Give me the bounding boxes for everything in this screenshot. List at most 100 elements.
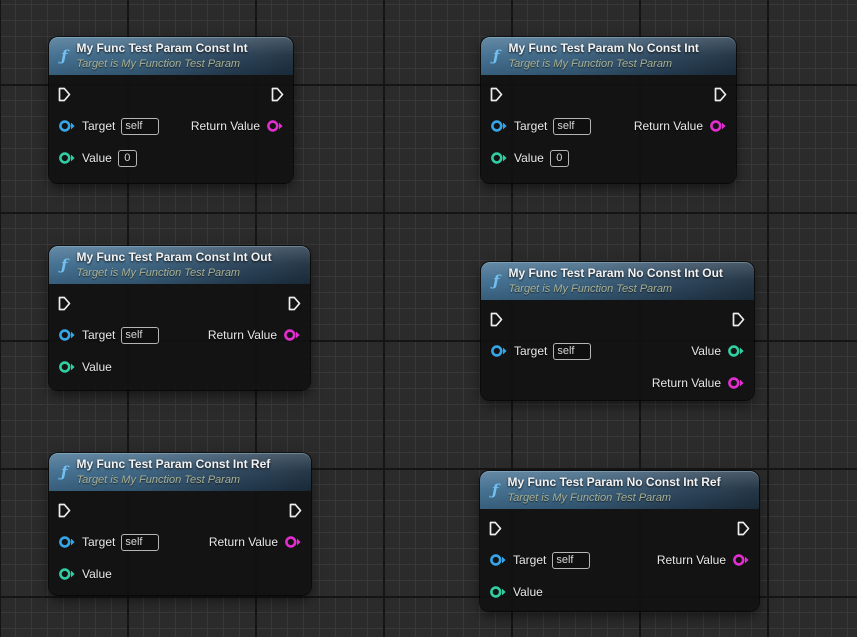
node-body: Target Value Return Value (481, 75, 736, 180)
pin-row (209, 494, 311, 526)
pin-label: Target (514, 119, 547, 133)
value-value-input[interactable] (118, 150, 137, 167)
function-icon: ƒ (493, 272, 499, 290)
return-value-pin[interactable] (727, 376, 745, 390)
node-title: My Func Test Param Const Int (76, 41, 247, 57)
pin-row (191, 78, 293, 110)
value-pin[interactable] (727, 344, 745, 358)
node-header-text: My Func Test Param No Const IntTarget is… (508, 41, 698, 71)
pin-row (481, 78, 591, 110)
target-value-input[interactable] (121, 534, 159, 551)
exec-in-pin[interactable] (490, 312, 503, 327)
pin-label: Value (514, 151, 544, 165)
target-pin[interactable] (58, 119, 76, 133)
pin-label: Value (691, 344, 721, 358)
exec-out-pin[interactable] (714, 87, 727, 102)
pin-label: Return Value (657, 553, 726, 567)
function-node[interactable]: ƒMy Func Test Param Const IntTarget is M… (49, 37, 293, 183)
target-value-input[interactable] (553, 343, 591, 360)
exec-out-pin[interactable] (732, 312, 745, 327)
function-node[interactable]: ƒMy Func Test Param Const Int OutTarget … (49, 246, 310, 390)
return-value-pin[interactable] (283, 328, 301, 342)
pin-label: Target (82, 328, 115, 342)
output-pins-column: Return Value (209, 494, 311, 590)
pin-row (49, 78, 159, 110)
target-pin[interactable] (490, 344, 508, 358)
pin-label: Value (82, 360, 112, 374)
value-pin[interactable] (489, 585, 507, 599)
exec-out-pin[interactable] (737, 521, 750, 536)
pin-row: Return Value (634, 110, 736, 142)
exec-in-pin[interactable] (490, 87, 503, 102)
pin-label: Value (513, 585, 543, 599)
exec-in-pin[interactable] (489, 521, 502, 536)
input-pins-column: Target Value (49, 494, 159, 590)
function-node[interactable]: ƒ My Func Test Param No Const IntTarget i… (481, 37, 736, 183)
pin-row: Target (49, 526, 159, 558)
pin-row: Value (481, 142, 591, 174)
exec-in-pin[interactable] (58, 296, 71, 311)
function-icon: ƒ (493, 47, 499, 65)
value-pin[interactable] (58, 567, 76, 581)
function-node[interactable]: ƒ My Func Test Param Const Int RefTarget … (49, 453, 311, 595)
target-value-input[interactable] (121, 118, 159, 135)
function-node[interactable]: ƒ My Func Test Param No Const Int RefTarg… (480, 471, 759, 611)
pin-label: Target (513, 553, 546, 567)
pin-row (49, 494, 159, 526)
value-pin[interactable] (490, 151, 508, 165)
target-pin[interactable] (490, 119, 508, 133)
node-title: My Func Test Param Const Int Ref (76, 457, 270, 473)
return-value-pin[interactable] (266, 119, 284, 133)
pin-row: Target (49, 319, 159, 351)
node-header[interactable]: ƒMy Func Test Param Const IntTarget is M… (49, 37, 293, 75)
function-icon: ƒ (492, 481, 498, 499)
pin-row: Value (49, 558, 159, 590)
pin-label: Target (82, 535, 115, 549)
node-body: Target Value Return Value (49, 491, 311, 596)
pin-label: Return Value (634, 119, 703, 133)
return-value-pin[interactable] (284, 535, 302, 549)
node-title: My Func Test Param Const Int Out (76, 250, 271, 266)
target-value-input[interactable] (553, 118, 591, 135)
return-value-pin[interactable] (709, 119, 727, 133)
target-pin[interactable] (58, 328, 76, 342)
target-pin[interactable] (58, 535, 76, 549)
pin-row: Value (49, 142, 159, 174)
pin-row (49, 287, 159, 319)
exec-in-pin[interactable] (58, 87, 71, 102)
node-title: My Func Test Param No Const Int Out (508, 266, 722, 282)
exec-in-pin[interactable] (58, 503, 71, 518)
exec-out-pin[interactable] (289, 503, 302, 518)
node-title: My Func Test Param No Const Int (508, 41, 698, 57)
pin-label: Target (514, 344, 547, 358)
input-pins-column: Target Value (49, 78, 159, 174)
return-value-pin[interactable] (732, 553, 750, 567)
graph-canvas[interactable]: ƒ My Func Test Param Const Int Target is M… (0, 0, 857, 637)
node-subtitle: Target is My Function Test Param (508, 282, 722, 296)
pin-row: Value (480, 576, 590, 608)
node-header-text: My Func Test Param No Const Int RefTarge… (507, 475, 720, 505)
node-subtitle: Target is My Function Test Param (76, 266, 271, 280)
node-subtitle: Target is My Function Test Param (76, 473, 270, 487)
pin-row: Return Value (652, 367, 754, 399)
node-header[interactable]: ƒMy Func Test Param Const Int OutTarget … (49, 246, 310, 284)
node-header[interactable]: ƒ My Func Test Param Const Int RefTarget … (49, 453, 311, 491)
value-value-input[interactable] (550, 150, 569, 167)
node-header[interactable]: ƒ My Func Test Param No Const IntTarget i… (481, 37, 736, 75)
target-value-input[interactable] (121, 327, 159, 344)
target-pin[interactable] (489, 553, 507, 567)
exec-out-pin[interactable] (271, 87, 284, 102)
function-node[interactable]: ƒMy Func Test Param No Const Int OutTarg… (481, 262, 754, 400)
node-header[interactable]: ƒ My Func Test Param No Const Int OutTarg… (481, 262, 754, 300)
target-value-input[interactable] (552, 552, 590, 569)
value-pin[interactable] (58, 151, 76, 165)
node-body: Target Value Return Value (481, 300, 754, 405)
node-header[interactable]: ƒ My Func Test Param No Const Int RefTarg… (480, 471, 759, 509)
pin-row (657, 512, 759, 544)
function-icon: ƒ (61, 463, 67, 481)
pin-label: Target (82, 119, 115, 133)
output-pins-column: Return Value (191, 78, 293, 174)
exec-out-pin[interactable] (288, 296, 301, 311)
pin-row: Return Value (209, 526, 311, 558)
value-pin[interactable] (58, 360, 76, 374)
